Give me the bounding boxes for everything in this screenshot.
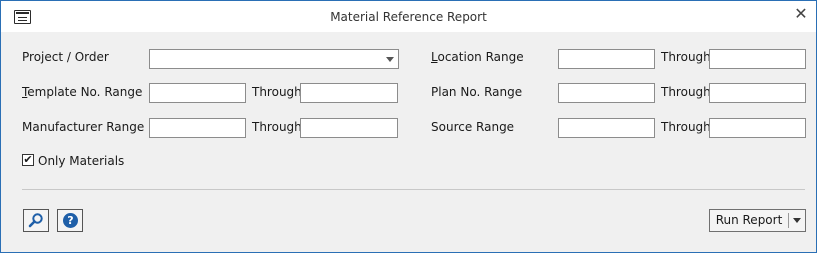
run-report-dropdown-icon[interactable] — [789, 210, 805, 231]
manufacturer-to-input[interactable] — [300, 118, 398, 138]
close-button[interactable]: ✕ — [791, 4, 811, 24]
run-report-split-button[interactable]: Run Report — [709, 209, 806, 232]
manufacturer-from-input[interactable] — [149, 118, 246, 138]
window-title: Material Reference Report — [330, 10, 487, 24]
only-materials-label[interactable]: Only Materials — [38, 154, 124, 168]
source-range-label: Source Range — [431, 120, 515, 134]
location-range-label: Location Range — [431, 50, 524, 64]
source-through-label: Through — [661, 120, 711, 134]
plan-from-input[interactable] — [558, 83, 655, 103]
plan-range-label: Plan No. Range — [431, 85, 523, 99]
title-bar: Material Reference Report ✕ — [1, 1, 816, 32]
run-report-button[interactable]: Run Report — [710, 210, 788, 231]
plan-through-label: Through — [661, 85, 711, 99]
template-from-input[interactable] — [149, 83, 246, 103]
plan-to-input[interactable] — [709, 83, 806, 103]
template-range-label-text: emplate No. Range — [27, 85, 143, 99]
report-dialog: Material Reference Report ✕ Project / Or… — [0, 0, 817, 253]
magnifier-icon — [28, 213, 43, 228]
location-to-input[interactable] — [709, 49, 806, 69]
project-order-dropdown[interactable] — [149, 49, 399, 69]
source-from-input[interactable] — [558, 118, 655, 138]
project-order-label: Project / Order — [22, 50, 109, 64]
source-to-input[interactable] — [709, 118, 806, 138]
template-through-label: Through — [252, 85, 302, 99]
template-range-label: Template No. Range — [22, 85, 142, 99]
only-materials-checkbox[interactable]: ✔ — [22, 154, 34, 166]
help-icon: ? — [63, 213, 78, 228]
chevron-down-icon[interactable] — [386, 57, 394, 62]
help-button[interactable]: ? — [57, 209, 83, 232]
template-to-input[interactable] — [300, 83, 398, 103]
location-range-label-text: ocation Range — [437, 50, 524, 64]
location-through-label: Through — [661, 50, 711, 64]
manufacturer-through-label: Through — [252, 120, 302, 134]
location-from-input[interactable] — [558, 49, 655, 69]
manufacturer-range-label: Manufacturer Range — [22, 120, 145, 134]
divider — [22, 189, 805, 190]
search-button[interactable] — [23, 209, 49, 232]
